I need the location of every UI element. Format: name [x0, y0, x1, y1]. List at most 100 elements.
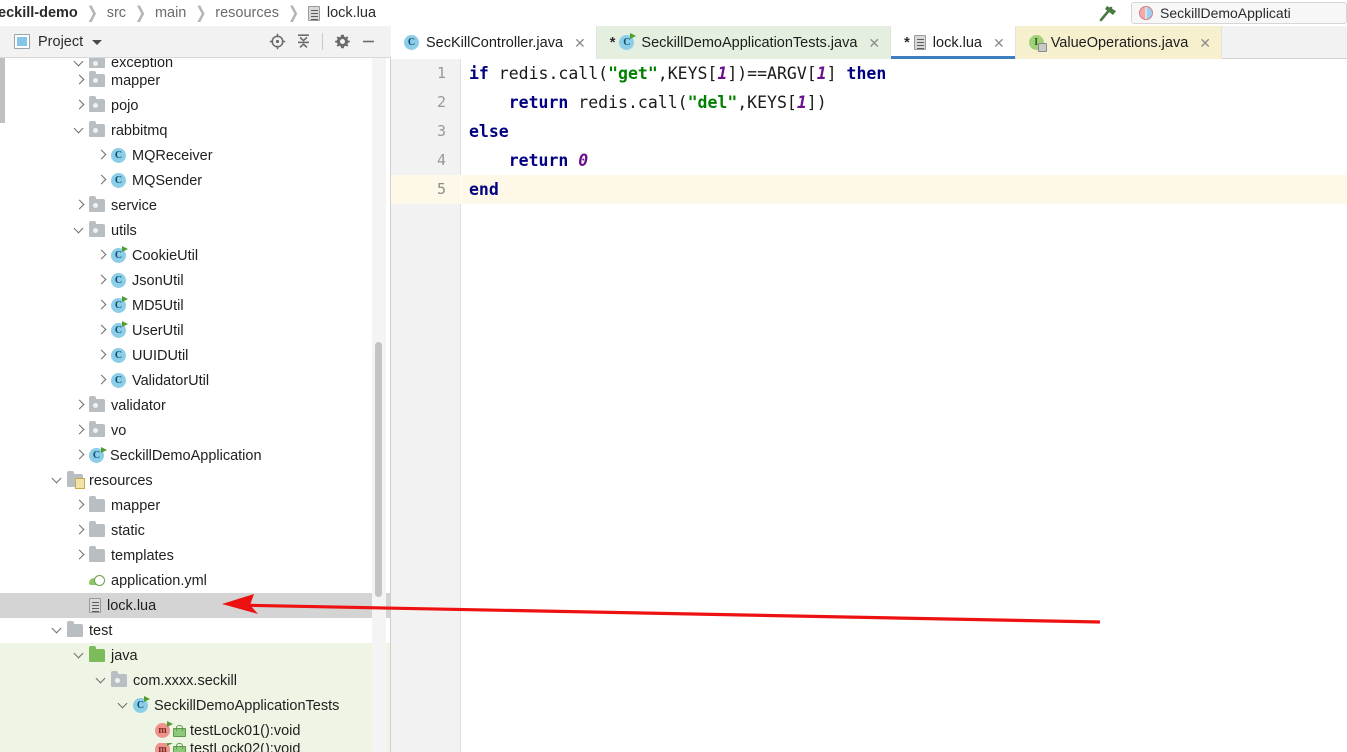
tree-row[interactable]: test [0, 618, 390, 643]
chevron-down-icon[interactable] [74, 225, 85, 236]
tree-row[interactable]: C UserUtil [0, 318, 390, 343]
tree-row[interactable]: lock.lua [0, 593, 390, 618]
chevron-right-icon[interactable] [96, 275, 107, 286]
breadcrumb-item-file[interactable]: lock.lua [307, 0, 378, 26]
code-line[interactable]: end [462, 175, 1347, 204]
code-line[interactable]: else [462, 117, 1347, 146]
tree-row[interactable]: C MQReceiver [0, 143, 390, 168]
chevron-right-icon[interactable] [96, 150, 107, 161]
tree-row[interactable]: mapper [0, 68, 390, 93]
chevron-right-icon[interactable] [74, 200, 85, 211]
hide-icon[interactable] [355, 29, 381, 55]
breadcrumb-project[interactable]: eckill-demo [0, 0, 80, 26]
code-content[interactable]: if redis.call("get",KEYS[1])==ARGV[1] th… [462, 59, 1347, 752]
navigation-bar: eckill-demo ❯ src ❯ main ❯ resources ❯ l… [0, 0, 1347, 26]
project-tree[interactable]: exception mapper pojo rabbitmq C MQReceiver C M… [0, 58, 391, 752]
code-token: ])==ARGV[ [727, 64, 817, 83]
collapse-all-icon[interactable] [290, 29, 316, 55]
chevron-right-icon[interactable] [96, 350, 107, 361]
close-icon[interactable]: ✕ [868, 36, 880, 50]
tree-row[interactable]: rabbitmq [0, 118, 390, 143]
chevron-right-icon[interactable] [74, 525, 85, 536]
code-line[interactable]: if redis.call("get",KEYS[1])==ARGV[1] th… [462, 59, 1347, 88]
run-configuration-label: SeckillDemoApplicati [1160, 5, 1291, 21]
tree-rows: exception mapper pojo rabbitmq C MQReceiver C M… [0, 58, 390, 752]
settings-gear-icon[interactable] [329, 29, 355, 55]
tree-row[interactable]: pojo [0, 93, 390, 118]
tree-row[interactable]: java [0, 643, 390, 668]
tree-row[interactable]: mapper [0, 493, 390, 518]
chevron-right-icon[interactable] [74, 400, 85, 411]
tree-row[interactable]: validator [0, 393, 390, 418]
chevron-right-icon[interactable] [96, 375, 107, 386]
close-icon[interactable]: ✕ [574, 36, 586, 50]
chevron-right-icon[interactable] [74, 500, 85, 511]
tree-row[interactable]: m testLock01():void [0, 718, 390, 743]
tree-row[interactable]: utils [0, 218, 390, 243]
breadcrumb-item-src[interactable]: src [105, 0, 128, 26]
tree-row[interactable]: C JsonUtil [0, 268, 390, 293]
chevron-right-icon[interactable] [74, 75, 85, 86]
tree-row[interactable]: C SeckillDemoApplication [0, 443, 390, 468]
chevron-right-icon[interactable] [96, 250, 107, 261]
tree-row[interactable]: static [0, 518, 390, 543]
chevron-right-icon[interactable] [74, 550, 85, 561]
java-class-icon: C [111, 173, 126, 188]
tree-row[interactable]: exception [0, 58, 390, 68]
chevron-right-icon[interactable] [96, 300, 107, 311]
chevron-down-icon[interactable] [92, 40, 103, 45]
tree-row-label: exception [111, 58, 174, 68]
tree-row[interactable]: com.xxxx.seckill [0, 668, 390, 693]
chevron-right-icon[interactable] [96, 175, 107, 186]
tab-lock-lua[interactable]: * lock.lua ✕ [891, 26, 1016, 59]
chevron-down-icon[interactable] [52, 625, 63, 636]
code-line-text: return 0 [469, 146, 588, 175]
chevron-down-icon[interactable] [74, 650, 85, 661]
tree-row[interactable]: C SeckillDemoApplicationTests [0, 693, 390, 718]
tree-row[interactable]: C ValidatorUtil [0, 368, 390, 393]
chevron-down-icon[interactable] [74, 58, 85, 68]
chevron-down-icon[interactable] [74, 125, 85, 136]
tree-row[interactable]: vo [0, 418, 390, 443]
chevron-right-icon[interactable] [74, 425, 85, 436]
tree-scrollbar-thumb[interactable] [375, 342, 382, 597]
tab-seckillcontroller[interactable]: C SecKillController.java ✕ [391, 26, 597, 59]
code-line[interactable]: return redis.call("del",KEYS[1]) [462, 88, 1347, 117]
chevron-down-icon[interactable] [118, 700, 129, 711]
chevron-down-icon[interactable] [52, 475, 63, 486]
tree-row[interactable]: m testLock02():void [0, 743, 390, 752]
chevron-right-icon[interactable] [74, 100, 85, 111]
tree-row[interactable]: C MQSender [0, 168, 390, 193]
tree-row[interactable]: resources [0, 468, 390, 493]
close-icon[interactable]: ✕ [993, 36, 1005, 50]
project-toolwindow-title[interactable]: Project [38, 34, 83, 50]
chevron-right-icon[interactable] [96, 325, 107, 336]
tree-row[interactable]: application.yml [0, 568, 390, 593]
java-class-icon: C [111, 321, 128, 338]
tree-row[interactable]: C UUIDUtil [0, 343, 390, 368]
close-icon[interactable]: ✕ [1199, 36, 1211, 50]
tab-seckilldemoapplicationtests[interactable]: * C SeckillDemoApplicationTests.java ✕ [596, 26, 892, 59]
tree-row[interactable]: service [0, 193, 390, 218]
code-line[interactable]: return 0 [462, 146, 1347, 175]
horizontal-scrollbar-thumb[interactable] [0, 58, 5, 123]
chevron-right-icon[interactable] [74, 450, 85, 461]
code-editor[interactable]: 12345 if redis.call("get",KEYS[1])==ARGV… [391, 59, 1347, 752]
tree-row-label: com.xxxx.seckill [133, 672, 237, 689]
test-source-folder-icon [89, 646, 105, 662]
tree-row[interactable]: templates [0, 543, 390, 568]
tree-row-label: CookieUtil [132, 247, 199, 264]
hammer-icon[interactable] [1097, 2, 1121, 24]
folder-icon [89, 496, 105, 512]
java-class-icon: C [111, 348, 126, 363]
tab-valueoperations[interactable]: I ValueOperations.java ✕ [1015, 26, 1223, 59]
breadcrumb-item-main[interactable]: main [153, 0, 188, 26]
locate-icon[interactable] [264, 29, 290, 55]
chevron-down-icon[interactable] [96, 675, 107, 686]
tree-row[interactable]: C CookieUtil [0, 243, 390, 268]
tree-row[interactable]: C MD5Util [0, 293, 390, 318]
editor-gutter[interactable]: 1 2 3 4 5 [391, 59, 461, 752]
breadcrumb-item-resources[interactable]: resources [213, 0, 281, 26]
run-configuration-selector[interactable]: SeckillDemoApplicati [1131, 2, 1347, 24]
